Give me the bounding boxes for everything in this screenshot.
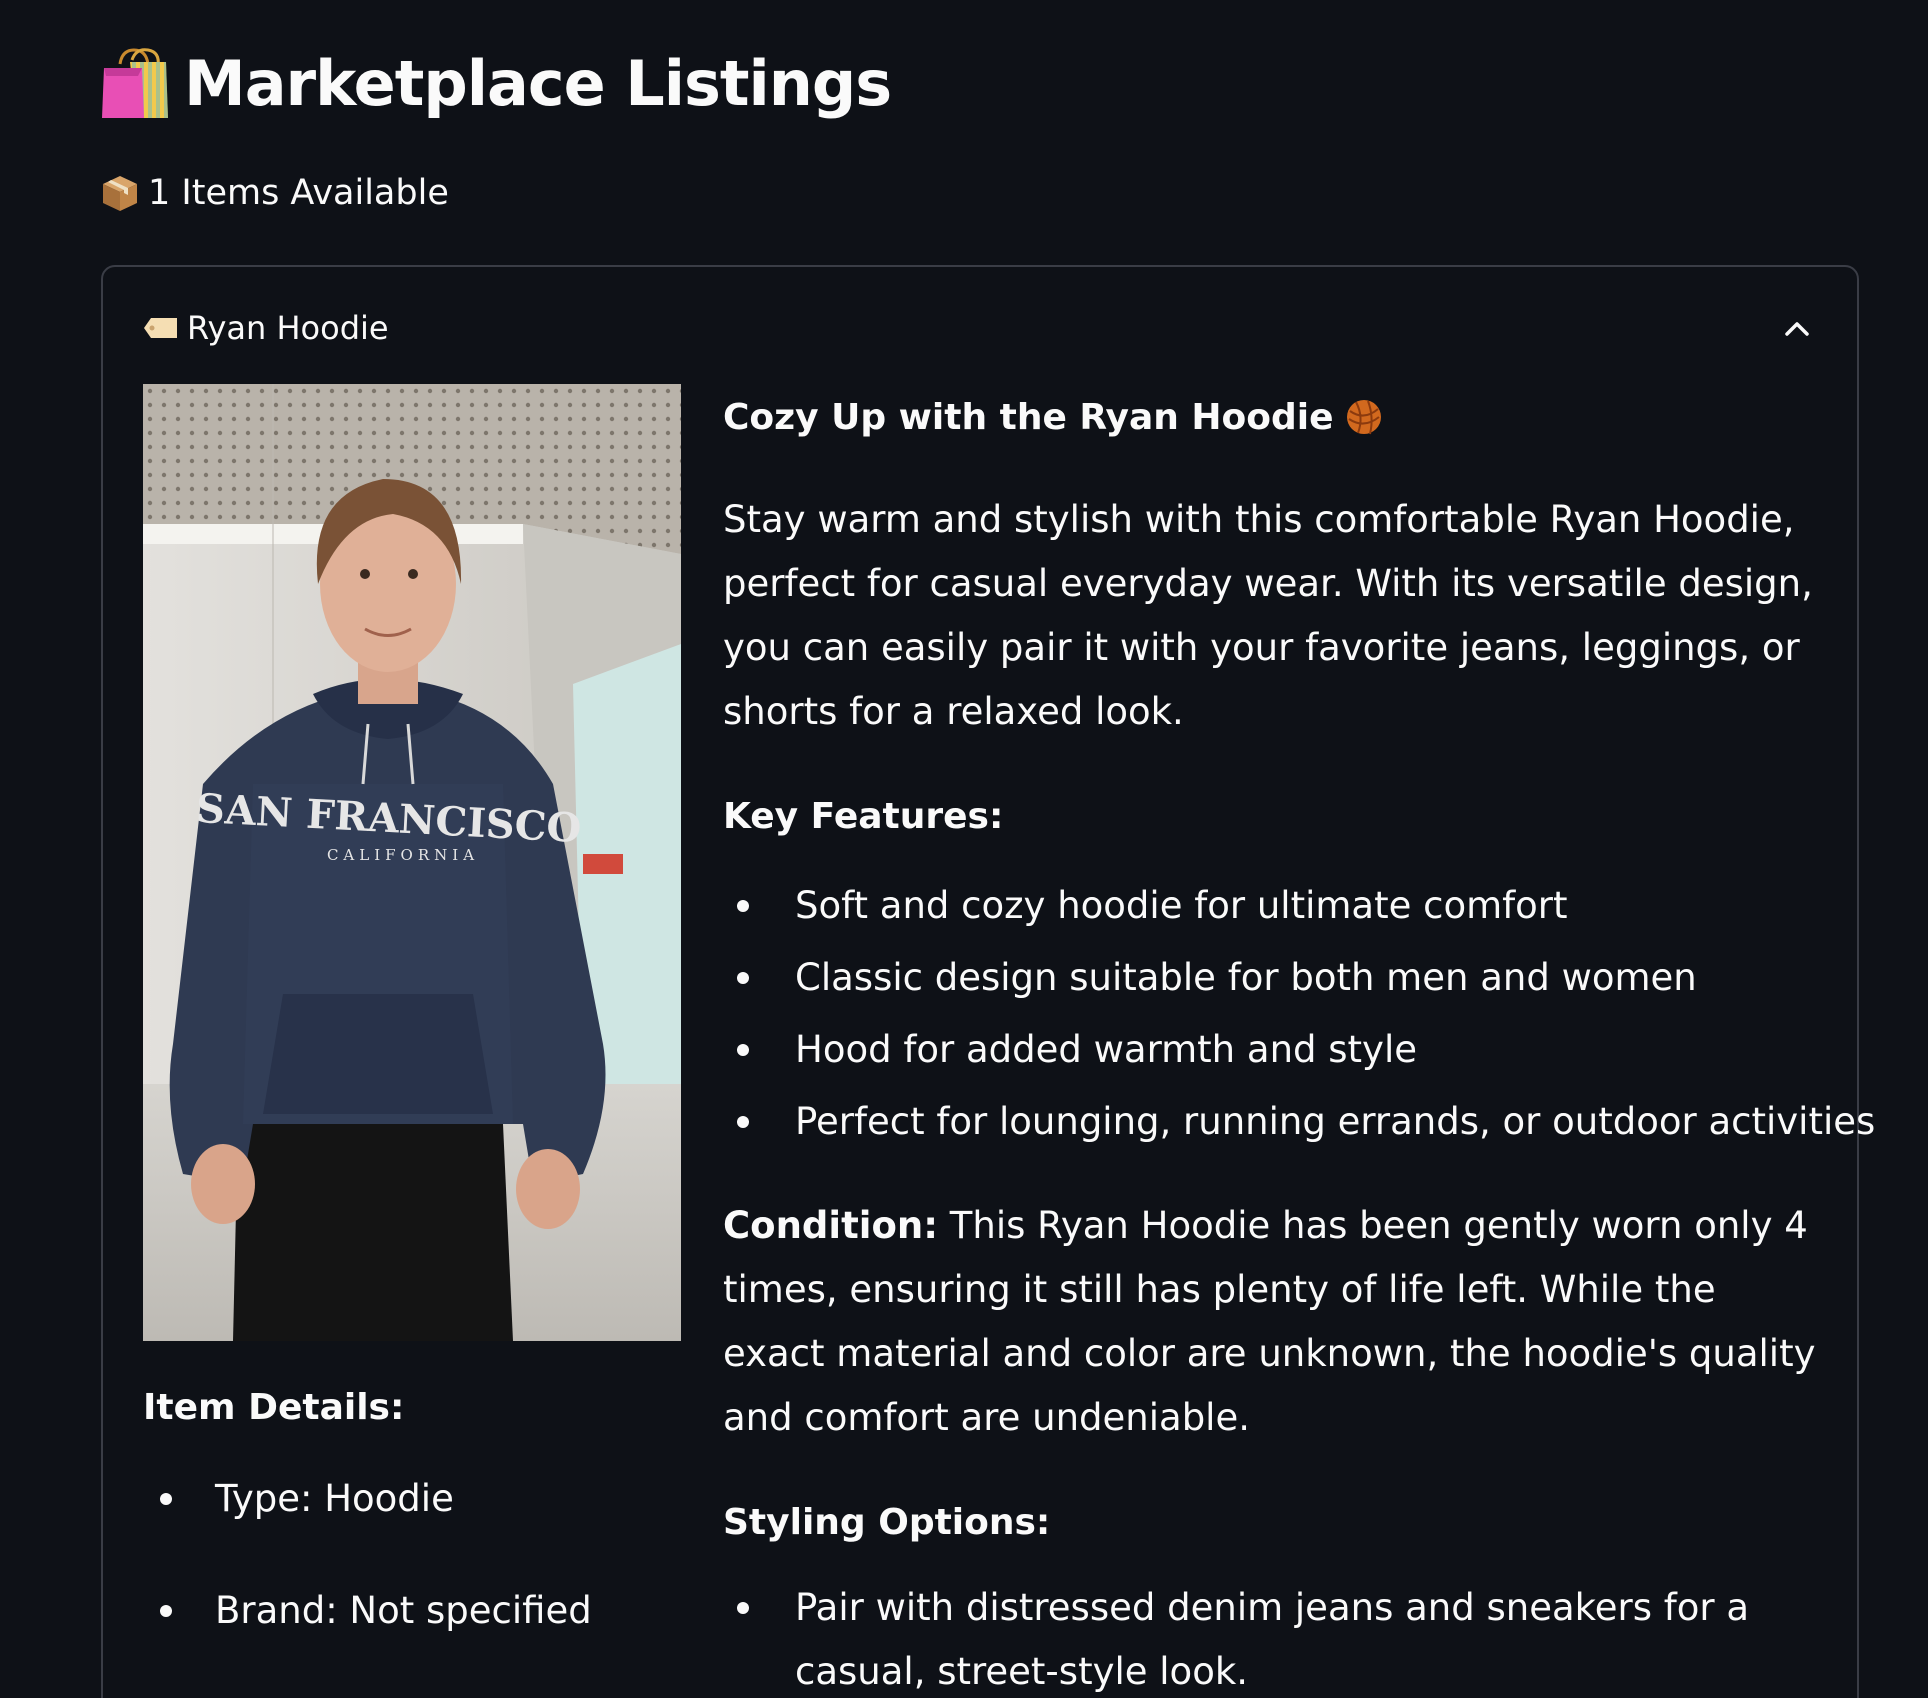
feature-item: Hood for added warmth and style xyxy=(723,1014,1823,1086)
description-heading: Cozy Up with the Ryan Hoodie xyxy=(723,384,1823,450)
item-details: Item Details: Type: Hoodie Brand: Not sp… xyxy=(143,1375,681,1647)
styling-item: Pair with distressed denim jeans and sne… xyxy=(723,1576,1823,1698)
description-intro: Stay warm and stylish with this comforta… xyxy=(723,498,1813,733)
items-available-text: 1 Items Available xyxy=(148,173,449,213)
items-count: 1 Items Available xyxy=(100,168,449,218)
app-page: Marketplace Listings 1 Items Available R… xyxy=(0,0,1928,1698)
item-details-list: Type: Hoodie Brand: Not specified xyxy=(143,1463,681,1647)
item-detail-type: Type: Hoodie xyxy=(143,1463,681,1535)
features-heading: Key Features: xyxy=(723,796,1004,837)
item-detail-brand: Brand: Not specified xyxy=(143,1575,681,1647)
page-title: Marketplace Listings xyxy=(184,46,892,120)
chevron-up-icon[interactable] xyxy=(1777,309,1817,349)
product-image: SAN FRANCISCO CALIFORNIA xyxy=(143,384,681,1341)
feature-item: Classic design suitable for both men and… xyxy=(723,942,1823,1014)
feature-item: Perfect for lounging, running errands, o… xyxy=(723,1086,1875,1158)
product-photo: SAN FRANCISCO CALIFORNIA xyxy=(143,384,681,1341)
listing-description: Cozy Up with the Ryan Hoodie Stay warm a… xyxy=(723,384,1875,1698)
shopping-bags-icon xyxy=(102,48,168,118)
package-icon xyxy=(103,176,137,211)
styling-list: Pair with distressed denim jeans and sne… xyxy=(723,1576,1823,1698)
styling-heading: Styling Options: xyxy=(723,1502,1051,1543)
description-heading-text: Cozy Up with the Ryan Hoodie xyxy=(723,396,1334,438)
features-list: Soft and cozy hoodie for ultimate comfor… xyxy=(723,870,1875,1158)
hoodie-print-line2: CALIFORNIA xyxy=(327,846,479,864)
expander-header[interactable]: Ryan Hoodie xyxy=(143,303,1817,353)
yarn-ball-icon xyxy=(1346,400,1381,435)
tag-icon xyxy=(144,318,177,338)
listing-expander: Ryan Hoodie SAN FRANCISCO CALIFORNIA Ite… xyxy=(101,265,1875,1698)
listing-title: Ryan Hoodie xyxy=(187,309,389,347)
feature-item: Soft and cozy hoodie for ultimate comfor… xyxy=(723,870,1823,942)
page-header: Marketplace Listings xyxy=(100,38,892,128)
condition-paragraph: Condition: This Ryan Hoodie has been gen… xyxy=(723,1194,1823,1450)
condition-label: Condition: xyxy=(723,1204,939,1247)
item-details-heading: Item Details: xyxy=(143,1387,405,1428)
